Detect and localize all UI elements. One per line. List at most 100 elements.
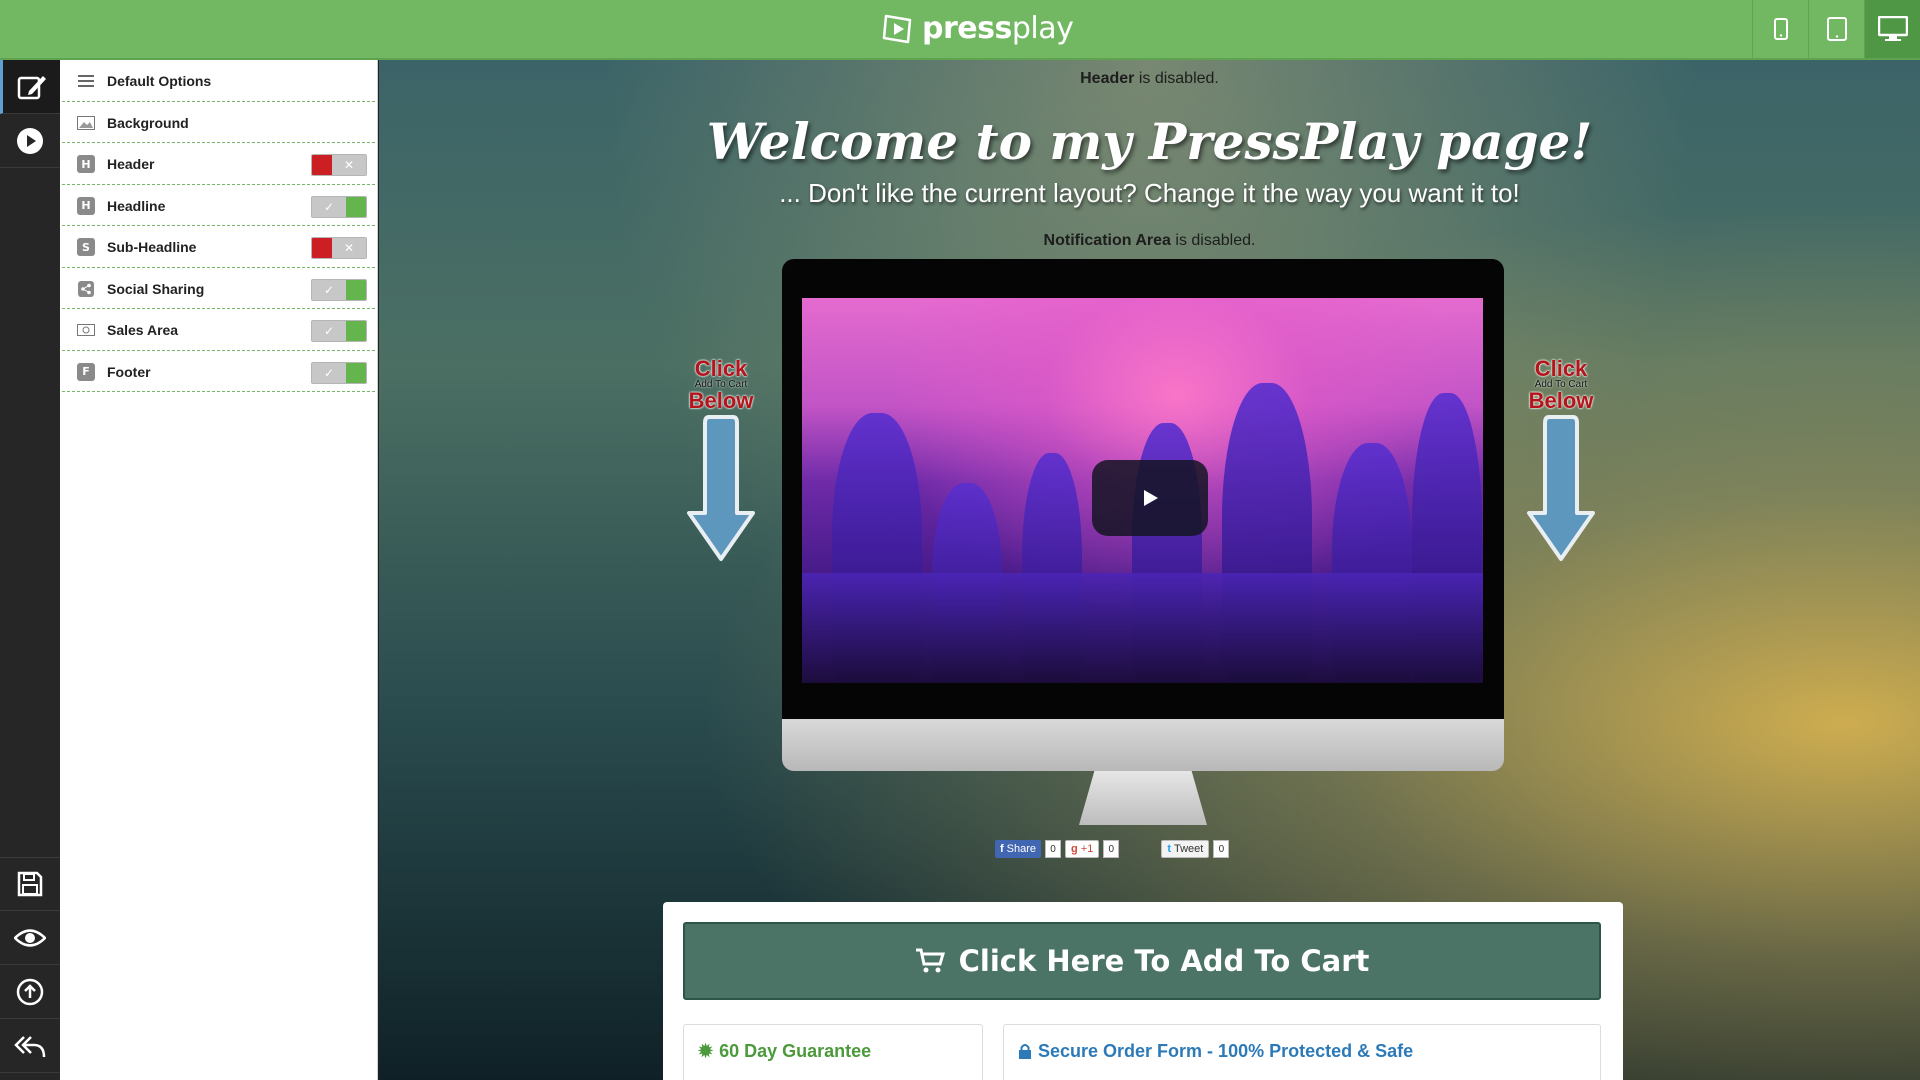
badge-icon: ✹ [698,1041,714,1061]
facebook-icon: f [1000,843,1004,855]
subheadline-letter-icon: S [77,238,95,256]
option-label: Social Sharing [107,280,205,297]
play-icon [1144,490,1158,506]
option-label: Header [107,156,155,172]
down-arrow-icon [687,415,755,561]
option-label: Background [107,114,189,131]
option-default-options[interactable]: Default Options [62,60,375,102]
pressplay-logo: pressplay [880,10,1074,46]
monitor-bezel [782,259,1504,719]
notification-disabled-notice: Notification Area is disabled. [1043,232,1256,249]
monitor-stand [1079,771,1207,825]
facebook-share-button[interactable]: f Share [995,840,1042,858]
headline-toggle[interactable]: ✓ [311,195,367,218]
play-circle-icon [17,127,43,154]
google-plus-count: 0 [1103,840,1120,858]
option-sales-area[interactable]: Sales Area ✓ [62,309,375,351]
video-player[interactable] [802,298,1483,683]
monitor-chin [782,719,1504,771]
option-background[interactable]: Background [62,102,375,143]
footer-letter-icon: F [77,362,95,381]
preview-play-button[interactable] [0,114,60,168]
back-button[interactable] [0,1019,60,1073]
guarantee-text: 60 Day Guarantee [719,1041,872,1061]
close-icon: ✕ [332,155,366,175]
logo-play-icon [882,14,912,44]
twitter-icon: t [1167,843,1171,855]
add-to-cart-label: Click Here To Add To Cart [958,944,1370,978]
option-label: Default Options [107,73,212,89]
top-bar: pressplay [0,0,1920,60]
facebook-share-count: 0 [1045,840,1062,858]
page-preview: Header is disabled. Welcome to my PressP… [379,60,1920,1080]
mobile-view-button[interactable] [1752,0,1808,58]
social-sharing-bar: f Share 0 g +1 0 t Tweet 0 [995,840,1230,858]
check-icon: ✓ [312,279,346,300]
option-sub-headline[interactable]: S Sub-Headline ✕ [62,226,375,268]
menu-icon [77,72,95,90]
option-label: Headline [107,197,166,214]
check-icon: ✓ [312,321,346,341]
option-headline[interactable]: H Headline ✓ [62,185,375,226]
video-play-button[interactable] [1092,460,1208,536]
header-letter-icon: H [77,155,95,173]
preview-button[interactable] [0,911,60,965]
headline-letter-icon: H [77,196,95,215]
option-header[interactable]: H Header ✕ [62,143,375,185]
secure-order-box: Secure Order Form - 100% Protected & Saf… [1003,1024,1601,1080]
arrow-below-text: Below [688,388,754,413]
money-icon [77,321,95,339]
check-icon: ✓ [312,196,346,217]
tablet-view-button[interactable] [1808,0,1864,58]
cart-icon [915,948,945,973]
edit-icon [17,75,46,99]
tweet-count: 0 [1213,840,1230,858]
tablet-icon [1826,17,1847,41]
phone-icon [1773,18,1788,40]
right-click-arrow: Click Add To Cart Below [1521,356,1601,577]
option-social-sharing[interactable]: Social Sharing ✓ [62,268,375,309]
header-toggle[interactable]: ✕ [311,154,367,176]
edit-mode-button[interactable] [0,60,60,114]
google-plus-button[interactable]: g +1 [1065,840,1100,858]
headline[interactable]: Welcome to my PressPlay page! [379,112,1920,171]
social-sharing-toggle[interactable]: ✓ [311,278,367,301]
arrow-click-text: Click [1534,356,1588,381]
check-icon: ✓ [312,362,346,383]
publish-button[interactable] [0,965,60,1019]
save-button[interactable] [0,857,60,911]
down-arrow-icon [1527,415,1595,561]
secure-text: Secure Order Form - 100% Protected & Saf… [1038,1041,1414,1061]
sub-headline-toggle[interactable]: ✕ [311,237,367,259]
reply-all-icon [14,1035,46,1057]
sales-area-toggle[interactable]: ✓ [311,320,367,342]
option-label: Sub-Headline [107,239,197,255]
image-icon [77,114,95,132]
sub-headline[interactable]: ... Don't like the current layout? Chang… [379,178,1920,209]
arrow-below-text: Below [1528,388,1594,413]
header-disabled-notice: Header is disabled. [1080,70,1219,87]
guarantee-box: ✹ 60 Day Guarantee [683,1024,983,1080]
device-switcher [1752,0,1920,58]
arrow-click-text: Click [694,356,748,381]
upload-icon [16,978,44,1005]
tool-rail [0,60,60,1080]
logo-text: pressplay [922,10,1074,46]
eye-icon [14,928,46,947]
option-label: Sales Area [107,322,179,338]
save-icon [17,871,43,897]
tweet-button[interactable]: t Tweet [1161,840,1210,858]
desktop-icon [1877,16,1908,41]
footer-toggle[interactable]: ✓ [311,361,367,384]
left-click-arrow: Click Add To Cart Below [681,356,761,577]
desktop-view-button[interactable] [1864,0,1920,58]
close-icon: ✕ [332,238,366,258]
video-monitor [782,259,1504,825]
google-plus-icon: g [1071,843,1078,855]
share-icon [77,280,95,298]
sales-area: Click Here To Add To Cart ✹ 60 Day Guara… [663,902,1623,1080]
add-to-cart-button[interactable]: Click Here To Add To Cart [683,922,1601,1000]
option-label: Footer [107,363,151,380]
options-panel: Default Options Background H Header ✕ H … [60,60,378,1080]
option-footer[interactable]: F Footer ✓ [62,351,375,392]
